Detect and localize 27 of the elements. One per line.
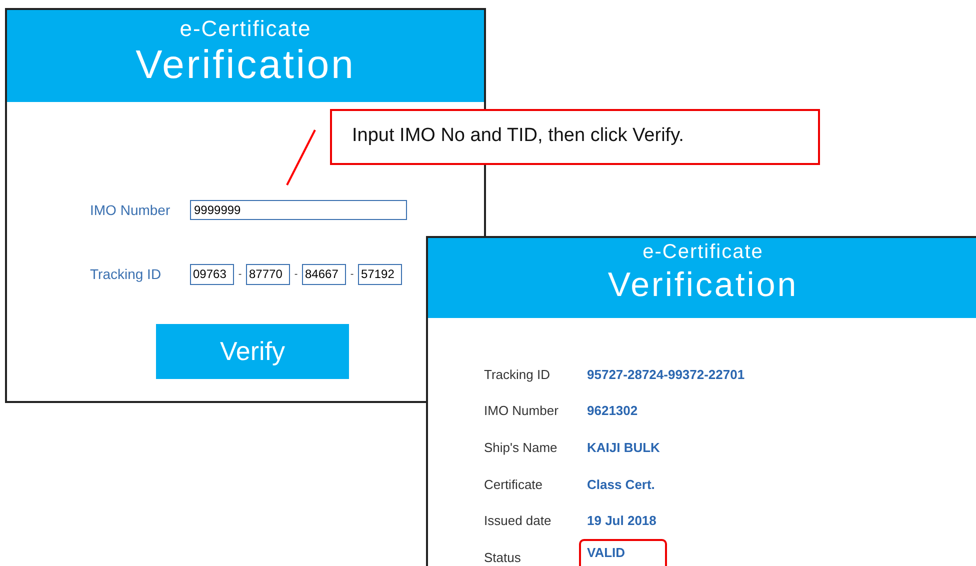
tracking-id-field[interactable]: 84667 xyxy=(302,264,346,284)
field-label: Tracking ID xyxy=(90,266,162,282)
field-label: IMO Number xyxy=(90,202,172,218)
result-label: Certificate xyxy=(484,476,544,492)
result-value: Class Cert. xyxy=(586,476,656,494)
separator: - xyxy=(237,268,243,280)
separator: - xyxy=(293,268,299,280)
result-label: Status xyxy=(484,550,522,565)
result-value: 95727-28724-99372-22701 xyxy=(586,366,746,384)
tracking-id-field[interactable]: 87770 xyxy=(246,264,290,284)
tracking-id-field[interactable]: 57192 xyxy=(358,264,402,284)
header-subtitle: e-Certificate xyxy=(642,240,764,264)
result-label: Ship's Name xyxy=(484,440,558,455)
result-value: 19 Jul 2018 xyxy=(586,512,658,530)
result-value: 9621302 xyxy=(586,402,639,420)
result-value: KAIJI BULK xyxy=(586,438,661,457)
callout-text: Input IMO No and TID, then click Verify. xyxy=(352,125,684,146)
header-title: Verification xyxy=(134,42,356,88)
imo-number-field[interactable]: 9999999 xyxy=(190,200,407,220)
separator: - xyxy=(349,268,355,280)
result-label: IMO Number xyxy=(484,403,560,418)
header-subtitle: e-Certificate xyxy=(178,16,312,42)
result-label: Tracking ID xyxy=(484,366,551,382)
result-label: Issued date xyxy=(484,513,552,528)
result-value: VALID xyxy=(579,538,668,566)
header-title: Verification xyxy=(606,265,800,306)
tracking-id-field[interactable]: 09763 xyxy=(190,264,234,284)
